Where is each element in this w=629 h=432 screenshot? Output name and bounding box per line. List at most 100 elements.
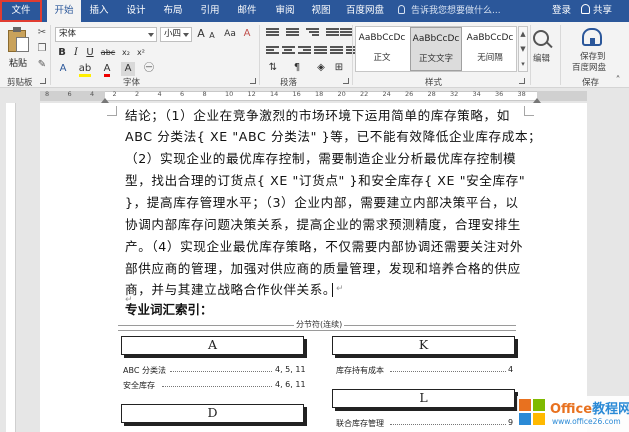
tab-review[interactable]: 审阅 — [270, 0, 300, 22]
collapse-ribbon-icon[interactable]: ˄ — [612, 75, 624, 87]
horizontal-ruler[interactable]: 8 6 4 2 2 4 6 8 10 12 14 16 18 20 22 24 26 28 32 34 36 38 — [0, 89, 629, 103]
watermark-title: Office教程网 — [550, 402, 629, 417]
share-button[interactable]: 共享 — [581, 0, 612, 22]
font-launcher-icon[interactable] — [250, 78, 256, 84]
tell-me-search[interactable]: 告诉我您想要做什么... — [398, 0, 501, 22]
text-cursor — [332, 283, 333, 297]
tab-mailings[interactable]: 邮件 — [232, 0, 262, 22]
italic-icon[interactable]: I — [70, 46, 82, 60]
copy-icon[interactable]: ❐ — [36, 43, 48, 55]
grow-font-icon[interactable]: A — [195, 27, 207, 41]
font-size-combo[interactable]: 小四 — [160, 27, 192, 42]
chevron-up-icon[interactable]: ▲ — [519, 27, 527, 42]
index-letter-box: A — [121, 336, 304, 355]
underline-icon[interactable]: U — [84, 46, 96, 60]
distributed-icon[interactable] — [330, 46, 343, 57]
editing-label: 编辑 — [533, 54, 551, 64]
tab-file[interactable]: 文件 — [0, 0, 42, 22]
site-watermark: Office教程网 www.office26.com — [517, 396, 629, 432]
subscript-icon[interactable]: x₂ — [119, 46, 133, 60]
shrink-font-icon[interactable]: A — [207, 29, 217, 43]
index-entry-pages: 9 — [508, 418, 514, 427]
paragraph-launcher-icon[interactable] — [343, 78, 349, 84]
format-painter-icon[interactable]: ✎ — [36, 59, 48, 71]
tab-design[interactable]: 设计 — [121, 0, 151, 22]
ruler-number: 32 — [450, 90, 459, 98]
login-button[interactable]: 登录 — [552, 0, 571, 22]
more-icon[interactable]: ▾ — [519, 57, 527, 72]
style-sample: AaBbCcDc — [358, 33, 406, 43]
index-letter: D — [207, 405, 218, 420]
body-text-line: ABC 分类法{ XE "ABC 分类法" }等，已不能有效降低企业库存成本； — [125, 129, 542, 144]
body-text-line: 产。（4）实现企业最优库存策略，不仅需要内部协调还需要关注对外 — [125, 239, 524, 254]
strikethrough-icon[interactable]: abc — [99, 46, 117, 60]
ruler-number: 2 — [135, 90, 140, 98]
clipboard-group-label: 剪贴板 — [7, 78, 33, 88]
group-separator — [560, 25, 561, 85]
bold-icon[interactable]: B — [56, 46, 68, 60]
text-effects-icon[interactable]: A — [56, 62, 70, 76]
ruler-number: 14 — [270, 90, 279, 98]
chevron-down-icon[interactable]: ▼ — [519, 42, 527, 57]
clipboard-launcher-icon[interactable] — [40, 78, 46, 84]
index-entry-term: 安全库存 — [123, 381, 155, 390]
body-text-line: 部供应商的管理，加强对供应商的质量管理，发现和培养合格的供应 — [125, 261, 521, 276]
style-no-spacing[interactable]: AaBbCcDc 无间隔 — [464, 27, 516, 71]
tab-view[interactable]: 视图 — [306, 0, 336, 22]
paragraph-mark-icon: ↵ — [336, 284, 344, 294]
highlight-icon[interactable]: ab — [77, 62, 93, 77]
ruler-number: 18 — [315, 90, 324, 98]
font-color-icon[interactable]: A — [100, 62, 114, 77]
ruler-number: 38 — [517, 90, 526, 98]
style-sample: AaBbCcDc — [412, 34, 460, 44]
lightbulb-icon — [398, 5, 405, 14]
align-left-icon[interactable] — [266, 46, 279, 57]
justify-icon[interactable] — [314, 46, 327, 57]
style-body-text[interactable]: AaBbCcDc 正文文字 — [410, 27, 462, 71]
tab-insert[interactable]: 插入 — [84, 0, 114, 22]
index-letter-box: L — [332, 389, 515, 408]
multilevel-list-icon[interactable] — [306, 28, 319, 39]
enclose-character-icon[interactable]: ㊀ — [142, 62, 156, 76]
tab-references[interactable]: 引用 — [195, 0, 225, 22]
borders-icon[interactable]: ⊞ — [332, 61, 346, 75]
tab-home[interactable]: 开始 — [47, 0, 81, 23]
font-name-combo[interactable]: 宋体 — [55, 27, 157, 42]
group-separator — [50, 25, 51, 85]
styles-gallery-scroll[interactable]: ▲ ▼ ▾ — [518, 26, 528, 72]
shading-icon[interactable]: ◈ — [314, 61, 328, 75]
person-icon — [581, 4, 590, 14]
tab-layout[interactable]: 布局 — [158, 0, 188, 22]
paste-label: 粘贴 — [9, 59, 28, 69]
ruler-number: 4 — [157, 90, 162, 98]
align-right-icon[interactable] — [298, 46, 311, 57]
align-center-icon[interactable] — [282, 46, 295, 57]
index-leader-dots — [390, 419, 506, 425]
styles-launcher-icon[interactable] — [519, 78, 525, 84]
cut-icon[interactable]: ✂ — [36, 27, 48, 39]
decrease-indent-icon[interactable] — [326, 28, 339, 39]
style-normal[interactable]: AaBbCcDc 正文 — [356, 27, 408, 71]
ruler-number: 26 — [405, 90, 414, 98]
group-separator — [352, 25, 353, 85]
ruler-number: 4 — [90, 90, 95, 98]
style-name: 正文 — [373, 53, 391, 63]
index-letter: A — [207, 337, 218, 352]
numbering-icon[interactable] — [286, 28, 299, 39]
ruler-number: 8 — [202, 90, 207, 98]
change-case-icon[interactable]: Aa — [223, 27, 237, 41]
sort-icon[interactable]: ⇅ — [266, 61, 280, 75]
chevron-down-icon — [183, 33, 189, 37]
style-sample: AaBbCcDc — [466, 33, 514, 43]
character-shading-icon[interactable]: A — [121, 62, 135, 76]
show-marks-icon[interactable]: ¶ — [290, 61, 304, 75]
bullets-icon[interactable] — [266, 28, 279, 39]
share-label: 共享 — [593, 5, 613, 16]
ruler-number: 36 — [495, 90, 504, 98]
save-group-label: 保存 — [582, 78, 600, 88]
clear-format-icon[interactable]: A — [241, 27, 253, 41]
section-break-label: 分节符(连续) — [294, 319, 345, 330]
superscript-icon[interactable]: x² — [134, 46, 148, 60]
index-letter: K — [418, 337, 429, 352]
tab-baidu-netdisk[interactable]: 百度网盘 — [341, 0, 389, 22]
